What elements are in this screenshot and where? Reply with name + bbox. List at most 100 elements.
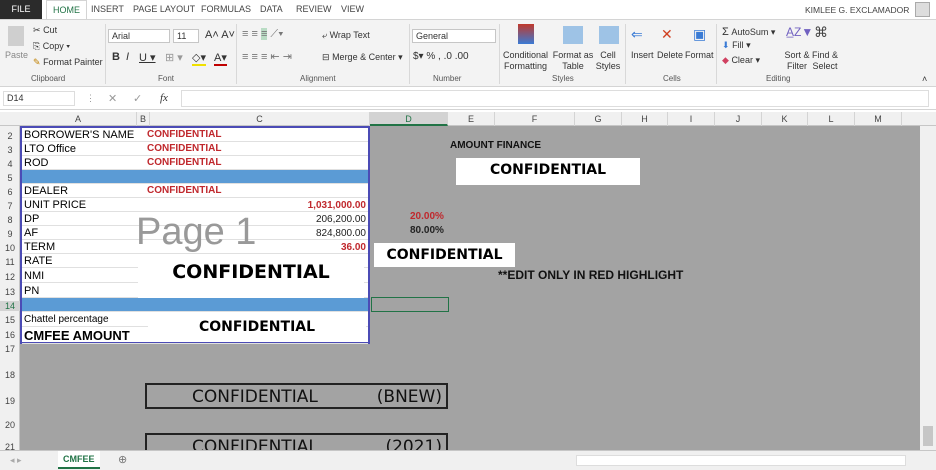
row-header-13[interactable]: 13 — [0, 287, 20, 297]
conditional-formatting-button[interactable]: Conditional Formatting — [503, 50, 548, 72]
row-header-17[interactable]: 17 — [0, 344, 20, 354]
table-row[interactable]: LTO Office CONFIDENTIAL — [22, 142, 368, 156]
row-header-8[interactable]: 8 — [0, 215, 20, 225]
cell-styles-button[interactable]: Cell Styles — [594, 50, 622, 72]
tab-review[interactable]: REVIEW — [290, 0, 338, 19]
scroll-thumb[interactable] — [923, 426, 933, 446]
font-name-select[interactable]: Arial — [108, 29, 170, 43]
column-header-l[interactable]: L — [808, 112, 855, 126]
row-header-18[interactable]: 18 — [0, 370, 20, 380]
underline-button[interactable]: U ▾ — [139, 51, 156, 64]
column-header-k[interactable]: K — [762, 112, 808, 126]
find-select-button[interactable]: Find & Select — [810, 50, 840, 72]
row-number[interactable]: 206,200.00 — [316, 214, 366, 225]
row-header-14[interactable]: 14 — [0, 301, 20, 311]
formula-input[interactable] — [181, 90, 929, 107]
row-header-11[interactable]: 11 — [0, 257, 20, 267]
font-color-icon[interactable]: A▾ — [214, 51, 227, 66]
table-row[interactable]: BORROWER'S NAME CONFIDENTIAL — [22, 128, 368, 142]
sheet-tab-cmfee[interactable]: CMFEE — [58, 451, 100, 469]
table-row[interactable]: DEALER CONFIDENTIAL — [22, 184, 368, 198]
merge-center-button[interactable]: ⊟ Merge & Center ▾ — [322, 52, 403, 63]
sort-filter-button[interactable]: Sort & Filter — [782, 50, 812, 72]
column-header-b[interactable]: B — [137, 112, 150, 126]
user-name[interactable]: KIMLEE G. EXCLAMADOR — [805, 5, 909, 15]
row-value[interactable]: CONFIDENTIAL — [147, 157, 221, 168]
table-row[interactable] — [22, 170, 368, 184]
collapse-ribbon-icon[interactable]: ˄ — [922, 74, 927, 84]
bold-button[interactable]: B — [112, 51, 120, 63]
number-format-select[interactable]: General — [412, 29, 496, 43]
borders-icon[interactable]: ⊞ ▾ — [165, 51, 183, 64]
row-header-12[interactable]: 12 — [0, 272, 20, 282]
cut-button[interactable]: ✂ Cut — [33, 25, 57, 36]
row-header-19[interactable]: 19 — [0, 396, 20, 406]
row-value[interactable]: CONFIDENTIAL — [147, 185, 221, 196]
row-header-3[interactable]: 3 — [0, 145, 20, 155]
row-number[interactable]: 824,800.00 — [316, 228, 366, 239]
format-as-table-button[interactable]: Format as Table — [551, 50, 595, 72]
row-header-16[interactable]: 16 — [0, 330, 20, 340]
align-horizontal-icons[interactable]: ≡ ≡ ≡ ⇤ ⇥ — [242, 50, 292, 63]
italic-button[interactable]: I — [126, 51, 129, 63]
column-header-a[interactable]: A — [20, 112, 137, 126]
autosum-button[interactable]: Σ AutoSum ▾ — [722, 26, 775, 38]
row-number[interactable]: 36.00 — [341, 242, 366, 253]
column-header-h[interactable]: H — [622, 112, 668, 126]
paste-button[interactable]: Paste — [5, 50, 28, 60]
number-format-icons[interactable]: $▾ % , .0 .00 — [413, 51, 469, 62]
tab-insert[interactable]: INSERT — [85, 0, 130, 19]
insert-function-icon[interactable]: fx — [160, 92, 168, 104]
insert-button[interactable]: Insert — [631, 50, 654, 60]
row-header-10[interactable]: 10 — [0, 243, 20, 253]
row-header-5[interactable]: 5 — [0, 173, 20, 183]
column-header-g[interactable]: G — [575, 112, 622, 126]
row-number[interactable]: 1,031,000.00 — [308, 200, 366, 211]
horizontal-scrollbar[interactable] — [576, 455, 906, 466]
format-painter-button[interactable]: ✎ Format Painter — [33, 57, 103, 68]
sheet-nav-arrows[interactable]: ◂ ▸ — [10, 455, 22, 466]
name-box[interactable]: D14 — [3, 91, 75, 106]
table-row[interactable] — [22, 298, 368, 312]
row-header-7[interactable]: 7 — [0, 201, 20, 211]
font-size-select[interactable]: 11 — [173, 29, 199, 43]
column-header-m[interactable]: M — [855, 112, 902, 126]
table-row[interactable]: ROD CONFIDENTIAL — [22, 156, 368, 170]
tab-formulas[interactable]: FORMULAS — [195, 0, 257, 19]
row-header-6[interactable]: 6 — [0, 187, 20, 197]
row-header-2[interactable]: 2 — [0, 131, 20, 141]
add-sheet-icon[interactable]: ⊕ — [118, 453, 127, 466]
column-header-c[interactable]: C — [150, 112, 370, 126]
avatar[interactable] — [915, 2, 930, 17]
column-header-e[interactable]: E — [448, 112, 495, 126]
tab-data[interactable]: DATA — [254, 0, 289, 19]
format-button[interactable]: Format — [685, 50, 714, 60]
row-header-9[interactable]: 9 — [0, 229, 20, 239]
row-header-4[interactable]: 4 — [0, 159, 20, 169]
column-header-d[interactable]: D — [370, 112, 448, 126]
align-top-icons[interactable]: ≡ ≡ ≡ ⟋▾ — [242, 28, 284, 41]
copy-button[interactable]: ⎘ Copy ▾ — [33, 41, 70, 52]
enter-icon[interactable]: ✓ — [133, 92, 142, 105]
column-header-f[interactable]: F — [495, 112, 575, 126]
cancel-icon[interactable]: ✕ — [108, 92, 117, 105]
table-row[interactable]: UNIT PRICE 1,031,000.00 — [22, 198, 368, 212]
row-value[interactable]: CONFIDENTIAL — [147, 143, 221, 154]
tab-home[interactable]: HOME — [46, 0, 87, 19]
fill-button[interactable]: ⬇ Fill ▾ — [722, 40, 751, 51]
tab-page-layout[interactable]: PAGE LAYOUT — [127, 0, 201, 19]
grow-shrink-font-icon[interactable]: A˄ A˅ — [205, 29, 235, 41]
clear-button[interactable]: ◆ Clear ▾ — [722, 55, 760, 66]
tab-file[interactable]: FILE — [0, 0, 42, 19]
delete-button[interactable]: Delete — [657, 50, 683, 60]
wrap-text-button[interactable]: ⤶ Wrap Text — [322, 30, 370, 41]
column-header-j[interactable]: J — [715, 112, 762, 126]
row-header-15[interactable]: 15 — [0, 315, 20, 325]
fill-color-icon[interactable]: ◇▾ — [192, 51, 206, 66]
vertical-scrollbar[interactable] — [920, 126, 936, 450]
row-header-20[interactable]: 20 — [0, 420, 20, 430]
tab-view[interactable]: VIEW — [335, 0, 370, 19]
column-header-i[interactable]: I — [668, 112, 715, 126]
row-value[interactable]: CONFIDENTIAL — [147, 129, 221, 140]
selected-cell-d14[interactable] — [371, 297, 449, 312]
